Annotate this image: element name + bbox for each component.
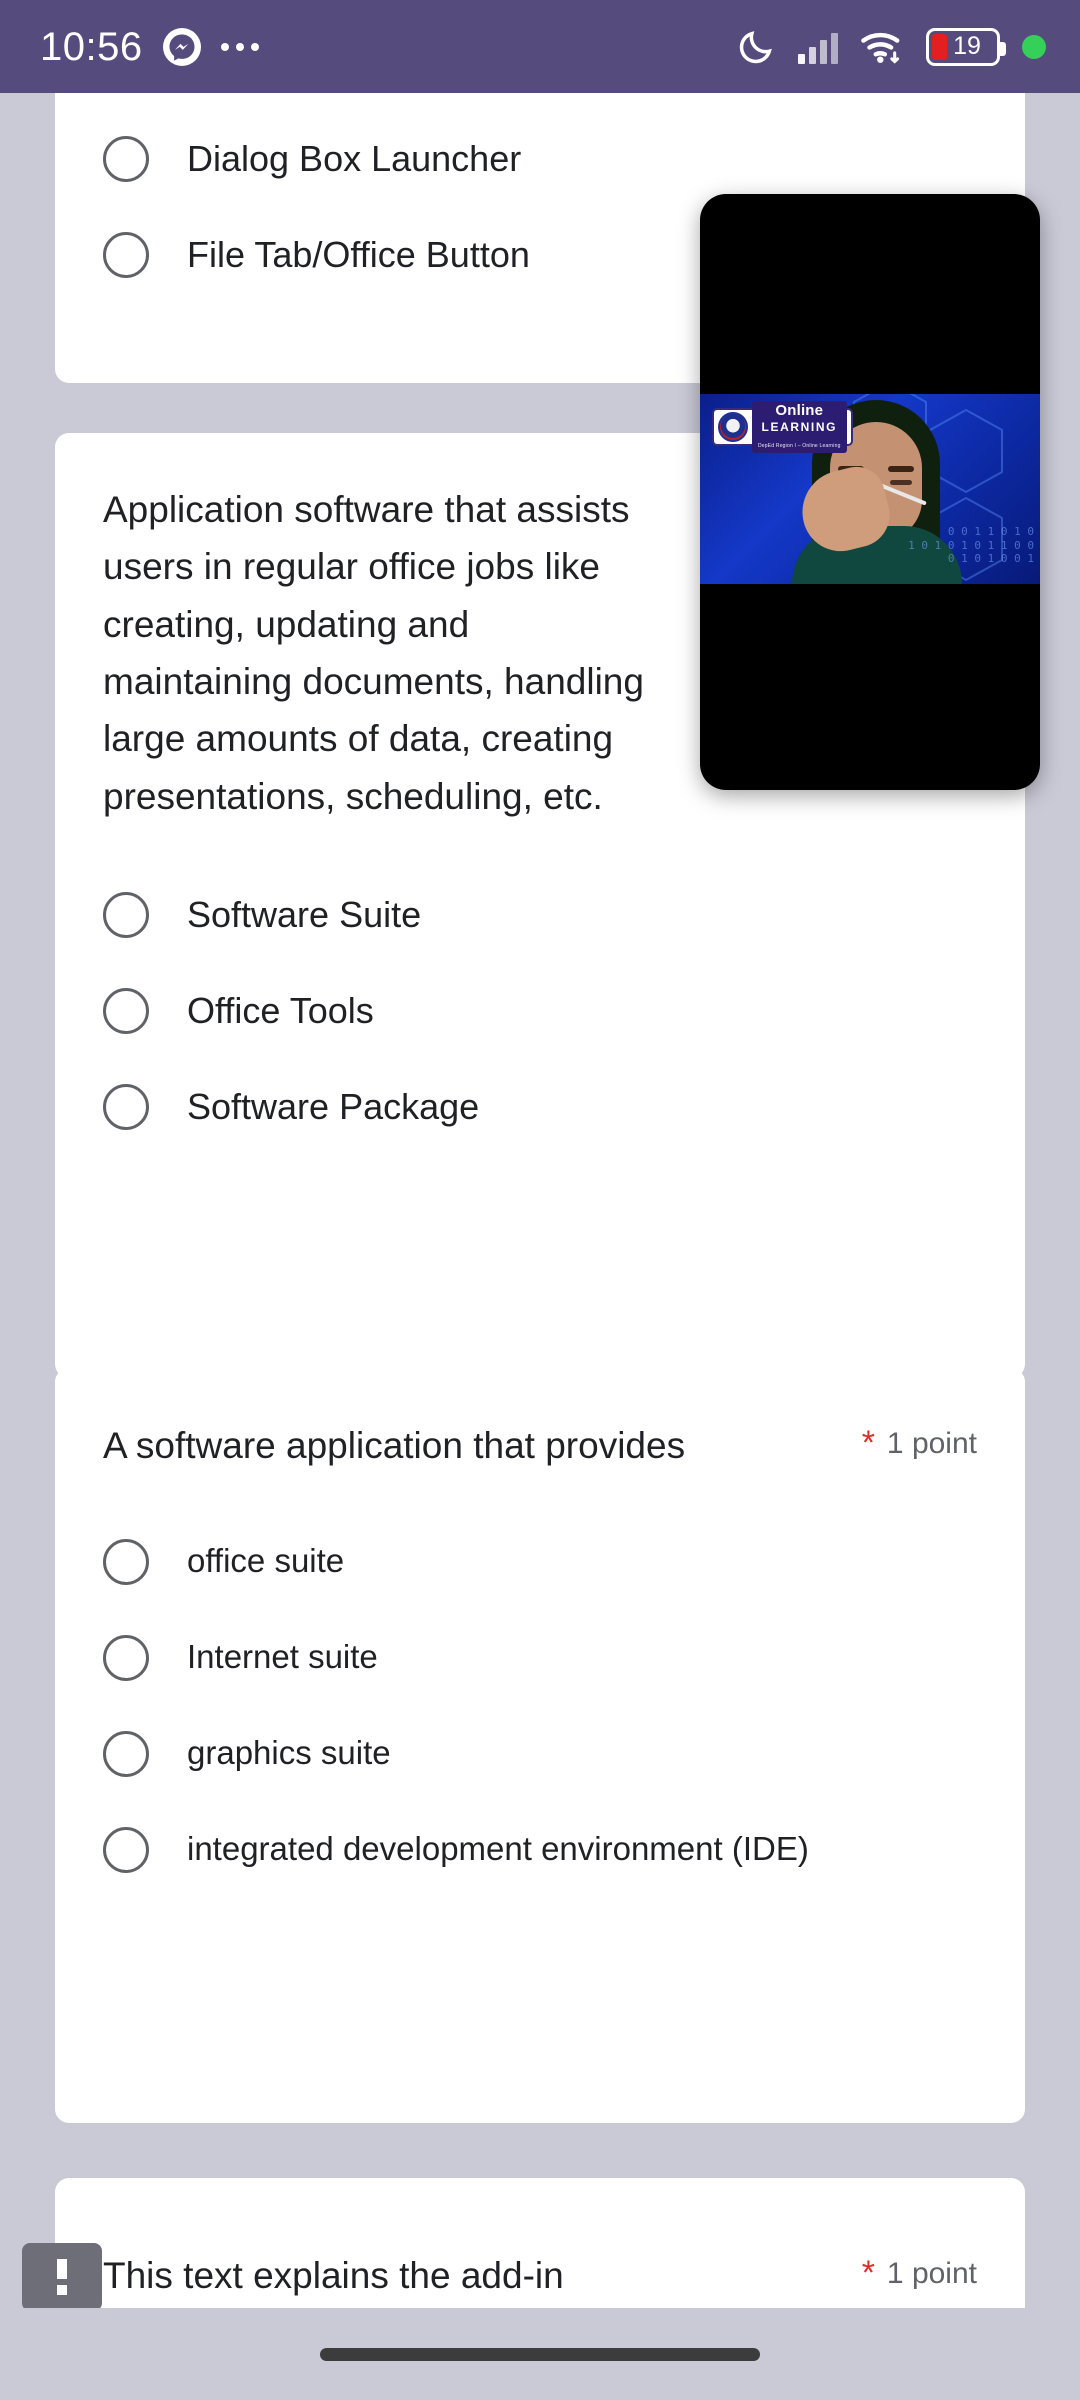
radio-button-icon[interactable] bbox=[103, 1730, 149, 1777]
exclamation-icon bbox=[57, 2259, 67, 2295]
option-label: File Tab/Office Button bbox=[187, 233, 530, 275]
option-label: Office Tools bbox=[187, 989, 374, 1031]
status-bar-right: 19 bbox=[736, 27, 1046, 67]
option-row[interactable]: Office Tools bbox=[103, 963, 977, 1059]
option-list: Software Suite Office Tools Software Pac… bbox=[55, 833, 1025, 1203]
points-badge: * 1 point bbox=[862, 1420, 977, 1462]
radio-button-icon[interactable] bbox=[103, 1538, 149, 1585]
question-title: Application software that assists users … bbox=[103, 489, 644, 817]
points-label: 1 point bbox=[886, 2257, 977, 2290]
radio-button-icon[interactable] bbox=[103, 1084, 149, 1131]
option-row[interactable]: Software Suite bbox=[103, 867, 977, 963]
option-row[interactable]: office suite bbox=[103, 1514, 977, 1610]
radio-button-icon[interactable] bbox=[103, 232, 149, 278]
radio-button-icon[interactable] bbox=[103, 136, 149, 182]
question-header: This text explains the add-in * 1 point bbox=[55, 2178, 1025, 2302]
moon-icon bbox=[736, 27, 776, 67]
question-header: A software application that provides * 1… bbox=[55, 1368, 1025, 1472]
option-row[interactable]: integrated development environment (IDE) bbox=[103, 1802, 977, 1898]
option-row[interactable]: Software Package bbox=[103, 1059, 977, 1155]
option-label: Dialog Box Launcher bbox=[187, 137, 522, 179]
radio-button-icon[interactable] bbox=[103, 988, 149, 1035]
option-label: graphics suite bbox=[187, 1734, 391, 1772]
logo-line-1: Online bbox=[775, 402, 824, 419]
option-row[interactable]: graphics suite bbox=[103, 1706, 977, 1802]
question-title: A software application that provides bbox=[103, 1425, 686, 1466]
info-callout-bubble[interactable] bbox=[22, 2243, 102, 2335]
radio-button-icon[interactable] bbox=[103, 892, 149, 939]
required-asterisk-icon: * bbox=[861, 1424, 875, 1462]
system-navigation-bar bbox=[0, 2308, 1080, 2400]
option-row[interactable]: Dialog Box Launcher bbox=[103, 111, 977, 207]
option-label: office suite bbox=[187, 1542, 345, 1580]
radio-button-icon[interactable] bbox=[103, 1826, 149, 1873]
home-indicator[interactable] bbox=[320, 2347, 760, 2361]
question-card: A software application that provides * 1… bbox=[55, 1368, 1025, 2123]
option-label: Software Package bbox=[187, 1085, 480, 1127]
more-notifications-icon[interactable] bbox=[220, 42, 259, 51]
battery-percent-label: 19 bbox=[953, 32, 981, 60]
picture-in-picture-video[interactable]: 0 0 1 1 0 1 0 1 0 1 0 1 0 1 1 0 0 0 1 0 … bbox=[700, 194, 1040, 790]
option-list: office suite Internet suite graphics sui… bbox=[55, 1472, 1025, 1946]
required-asterisk-icon: * bbox=[861, 2254, 875, 2292]
messenger-icon[interactable] bbox=[162, 27, 201, 66]
green-status-dot bbox=[1022, 34, 1046, 59]
binary-decor-text: 0 0 1 1 0 1 0 1 0 1 0 1 0 1 1 0 0 0 1 0 … bbox=[908, 524, 1034, 566]
battery-icon: 19 bbox=[926, 27, 1006, 66]
radio-button-icon[interactable] bbox=[103, 1634, 149, 1681]
option-label: Internet suite bbox=[187, 1638, 378, 1676]
option-label: integrated development environment (IDE) bbox=[187, 1830, 809, 1868]
option-label: Software Suite bbox=[187, 893, 422, 935]
status-bar-left: 10:56 bbox=[40, 27, 259, 67]
status-bar-clock: 10:56 bbox=[40, 24, 143, 69]
logo-line-2: LEARNING bbox=[761, 420, 838, 434]
online-learning-logo: Online LEARNING DepEd Region I – Online … bbox=[712, 401, 853, 453]
question-title: This text explains the add-in bbox=[103, 2255, 564, 2296]
points-badge: * 1 point bbox=[862, 2250, 977, 2292]
option-row[interactable]: Internet suite bbox=[103, 1610, 977, 1706]
wifi-icon bbox=[860, 29, 904, 65]
logo-text: Online LEARNING DepEd Region I – Online … bbox=[752, 401, 847, 453]
logo-line-3: DepEd Region I – Online Learning bbox=[758, 443, 841, 449]
points-label: 1 point bbox=[886, 1427, 977, 1460]
school-seal-icon bbox=[718, 412, 748, 442]
cellular-signal-icon bbox=[798, 30, 838, 64]
status-bar: 10:56 19 bbox=[0, 0, 1080, 93]
video-frame: 0 0 1 1 0 1 0 1 0 1 0 1 0 1 1 0 0 0 1 0 … bbox=[700, 394, 1040, 584]
